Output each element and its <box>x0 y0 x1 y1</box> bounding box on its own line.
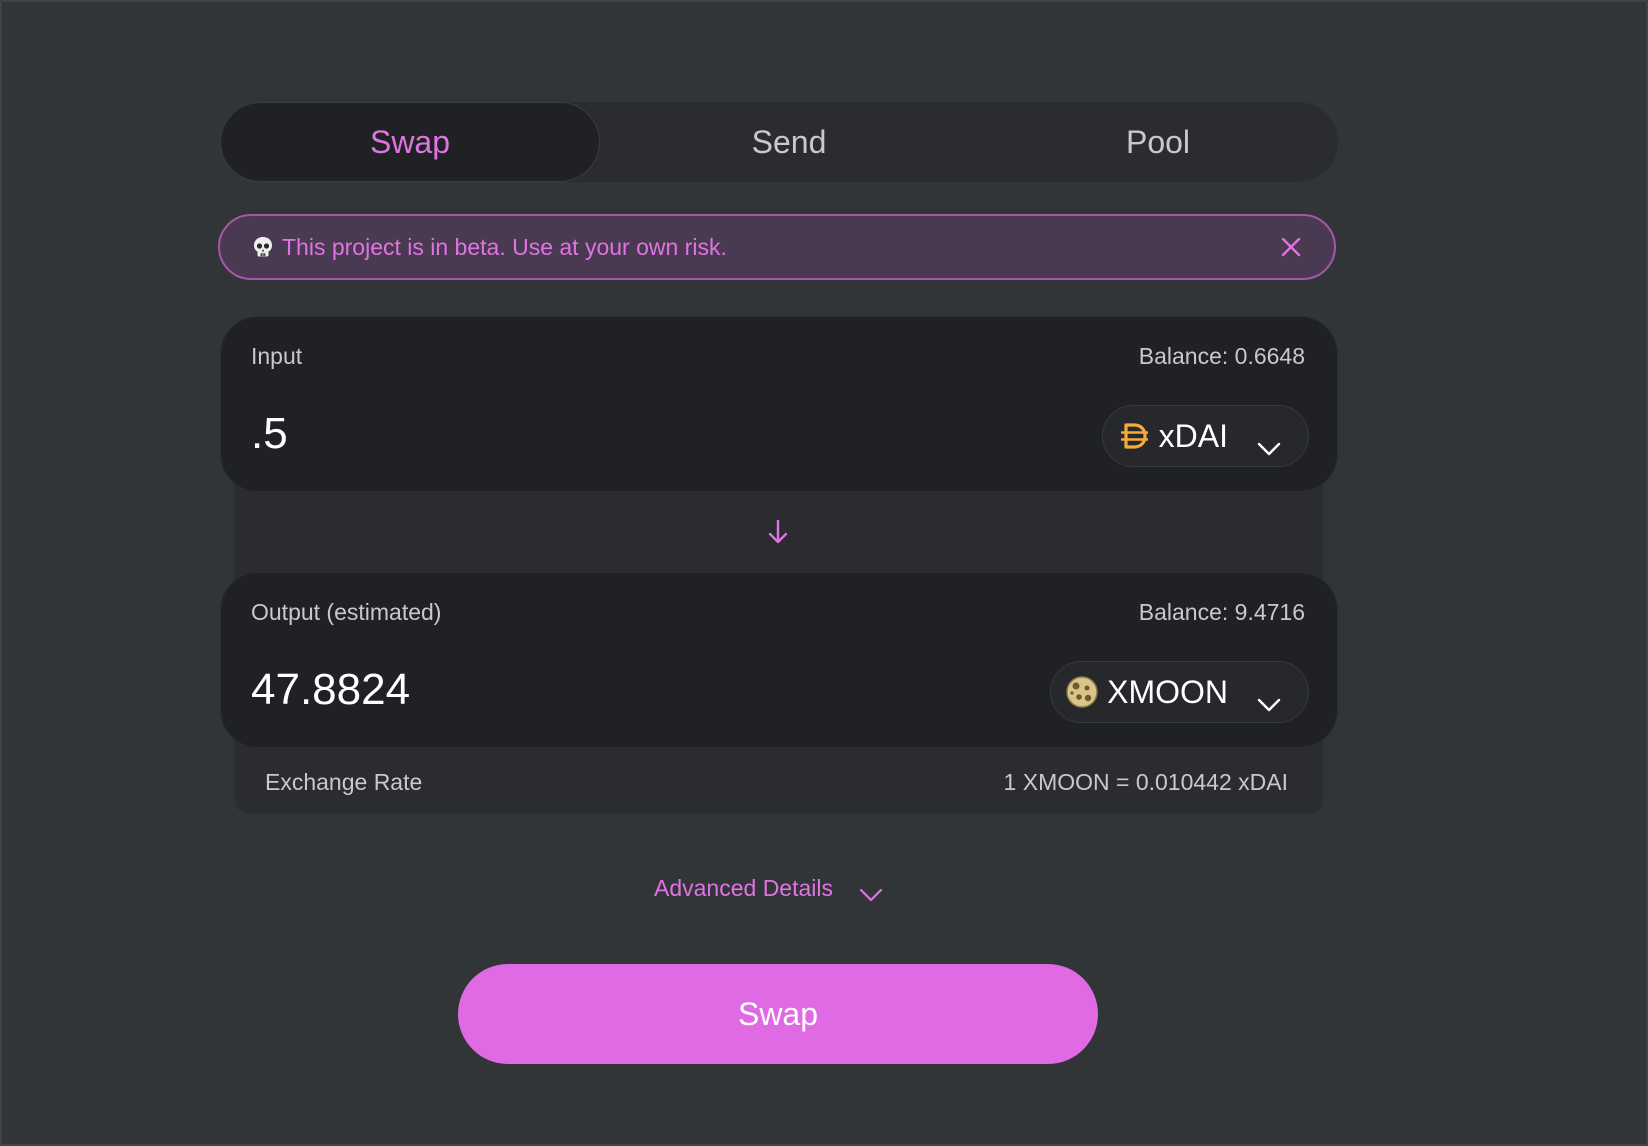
input-balance: Balance: 0.6648 <box>1138 343 1305 369</box>
output-amount-field[interactable] <box>251 665 851 715</box>
beta-warning-text: This project is in beta. Use at your own… <box>282 233 727 260</box>
input-amount-field[interactable] <box>251 409 851 459</box>
advanced-details-toggle[interactable]: Advanced Details <box>654 872 883 904</box>
chevron-down-icon <box>1256 684 1282 712</box>
tab-pool[interactable]: Pool <box>978 102 1338 182</box>
xdai-icon <box>1117 419 1151 453</box>
tab-send[interactable]: Send <box>600 102 978 182</box>
skull-icon <box>252 236 274 258</box>
chevron-down-icon <box>859 881 883 902</box>
input-token-select[interactable]: xDAI <box>1101 405 1309 467</box>
input-token-symbol: xDAI <box>1158 417 1228 454</box>
output-token-symbol: XMOON <box>1107 673 1228 710</box>
output-panel: Output (estimated) Balance: 9.4716 XMOON <box>220 572 1338 748</box>
arrow-down-icon[interactable] <box>766 518 790 546</box>
advanced-details-label: Advanced Details <box>654 874 833 901</box>
beta-warning-banner: This project is in beta. Use at your own… <box>218 214 1336 280</box>
swap-button[interactable]: Swap <box>458 964 1098 1064</box>
input-label: Input <box>251 343 303 369</box>
close-icon[interactable] <box>1278 234 1304 260</box>
exchange-rate-label: Exchange Rate <box>265 769 423 795</box>
output-balance: Balance: 9.4716 <box>1138 599 1305 625</box>
output-token-select[interactable]: XMOON <box>1050 661 1309 723</box>
tab-swap[interactable]: Swap <box>220 102 600 182</box>
mode-tabs: Swap Send Pool <box>220 102 1338 182</box>
exchange-rate-value: 1 XMOON = 0.010442 xDAI <box>1003 769 1288 795</box>
input-panel: Input Balance: 0.6648 xDAI <box>220 316 1338 492</box>
xmoon-icon <box>1065 675 1099 709</box>
output-label: Output (estimated) <box>251 599 442 625</box>
chevron-down-icon <box>1256 428 1282 456</box>
